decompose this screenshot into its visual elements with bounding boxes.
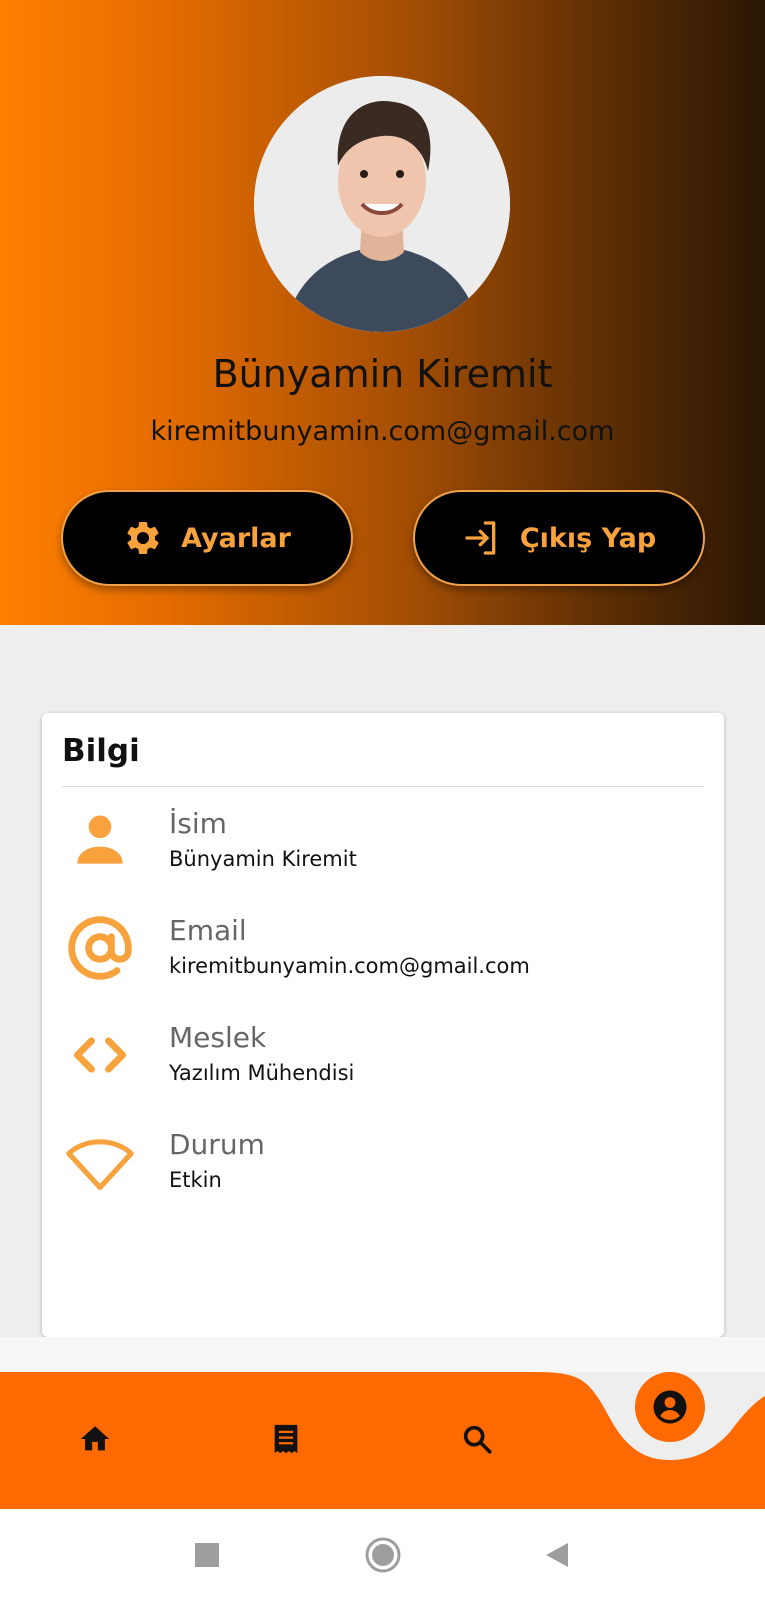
system-navigation-bar — [0, 1509, 765, 1600]
code-icon — [66, 1021, 134, 1089]
search-icon — [463, 1425, 492, 1454]
avatar-photo — [254, 76, 510, 332]
settings-button[interactable]: Ayarlar — [61, 490, 353, 586]
logout-button[interactable]: Çıkış Yap — [413, 490, 705, 586]
divider — [62, 786, 704, 787]
receipt-list-icon — [274, 1424, 298, 1454]
recents-button[interactable] — [185, 1533, 229, 1577]
nav-orders-button[interactable] — [256, 1409, 316, 1469]
info-row-status: Durum Etkin — [42, 1128, 724, 1218]
content-bottom-strip — [0, 1337, 765, 1372]
info-row-label: İsim — [169, 807, 227, 840]
profile-header: Bünyamin Kiremit kiremitbunyamin.com@gma… — [0, 0, 765, 625]
logout-button-label: Çıkış Yap — [519, 522, 657, 554]
avatar — [254, 76, 510, 332]
info-row-label: Email — [169, 914, 247, 947]
at-sign-icon — [66, 914, 134, 982]
info-row-email: Email kiremitbunyamin.com@gmail.com — [42, 914, 724, 1004]
settings-button-label: Ayarlar — [181, 522, 291, 554]
info-row-name: İsim Bünyamin Kiremit — [42, 807, 724, 897]
nav-profile-button[interactable] — [635, 1372, 705, 1442]
nav-search-button[interactable] — [447, 1409, 507, 1469]
login-arrow-icon — [462, 518, 502, 558]
info-row-value: Etkin — [169, 1168, 222, 1192]
info-row-job: Meslek Yazılım Mühendisi — [42, 1021, 724, 1111]
recents-square-icon — [195, 1543, 219, 1567]
info-card-title: Bilgi — [62, 733, 140, 769]
back-button[interactable] — [535, 1533, 579, 1577]
info-row-value: Yazılım Mühendisi — [169, 1061, 355, 1085]
home-icon — [80, 1426, 110, 1451]
system-home-button[interactable] — [361, 1533, 405, 1577]
gear-icon — [123, 518, 163, 558]
info-row-label: Durum — [169, 1128, 265, 1161]
back-triangle-icon — [546, 1543, 568, 1567]
nav-home-button[interactable] — [65, 1409, 125, 1469]
info-row-label: Meslek — [169, 1021, 267, 1054]
profile-email: kiremitbunyamin.com@gmail.com — [150, 416, 615, 447]
info-card: Bilgi İsim Bünyamin Kiremit Email kiremi… — [42, 713, 724, 1337]
home-circle-icon — [365, 1537, 401, 1573]
profile-screen: Bünyamin Kiremit kiremitbunyamin.com@gma… — [0, 0, 765, 1600]
account-circle-icon — [653, 1390, 687, 1424]
wifi-icon — [66, 1128, 134, 1196]
person-icon — [66, 807, 134, 875]
bottom-navigation — [0, 1372, 765, 1509]
info-row-value: kiremitbunyamin.com@gmail.com — [169, 954, 530, 978]
info-row-value: Bünyamin Kiremit — [169, 847, 357, 871]
profile-name: Bünyamin Kiremit — [212, 352, 553, 396]
